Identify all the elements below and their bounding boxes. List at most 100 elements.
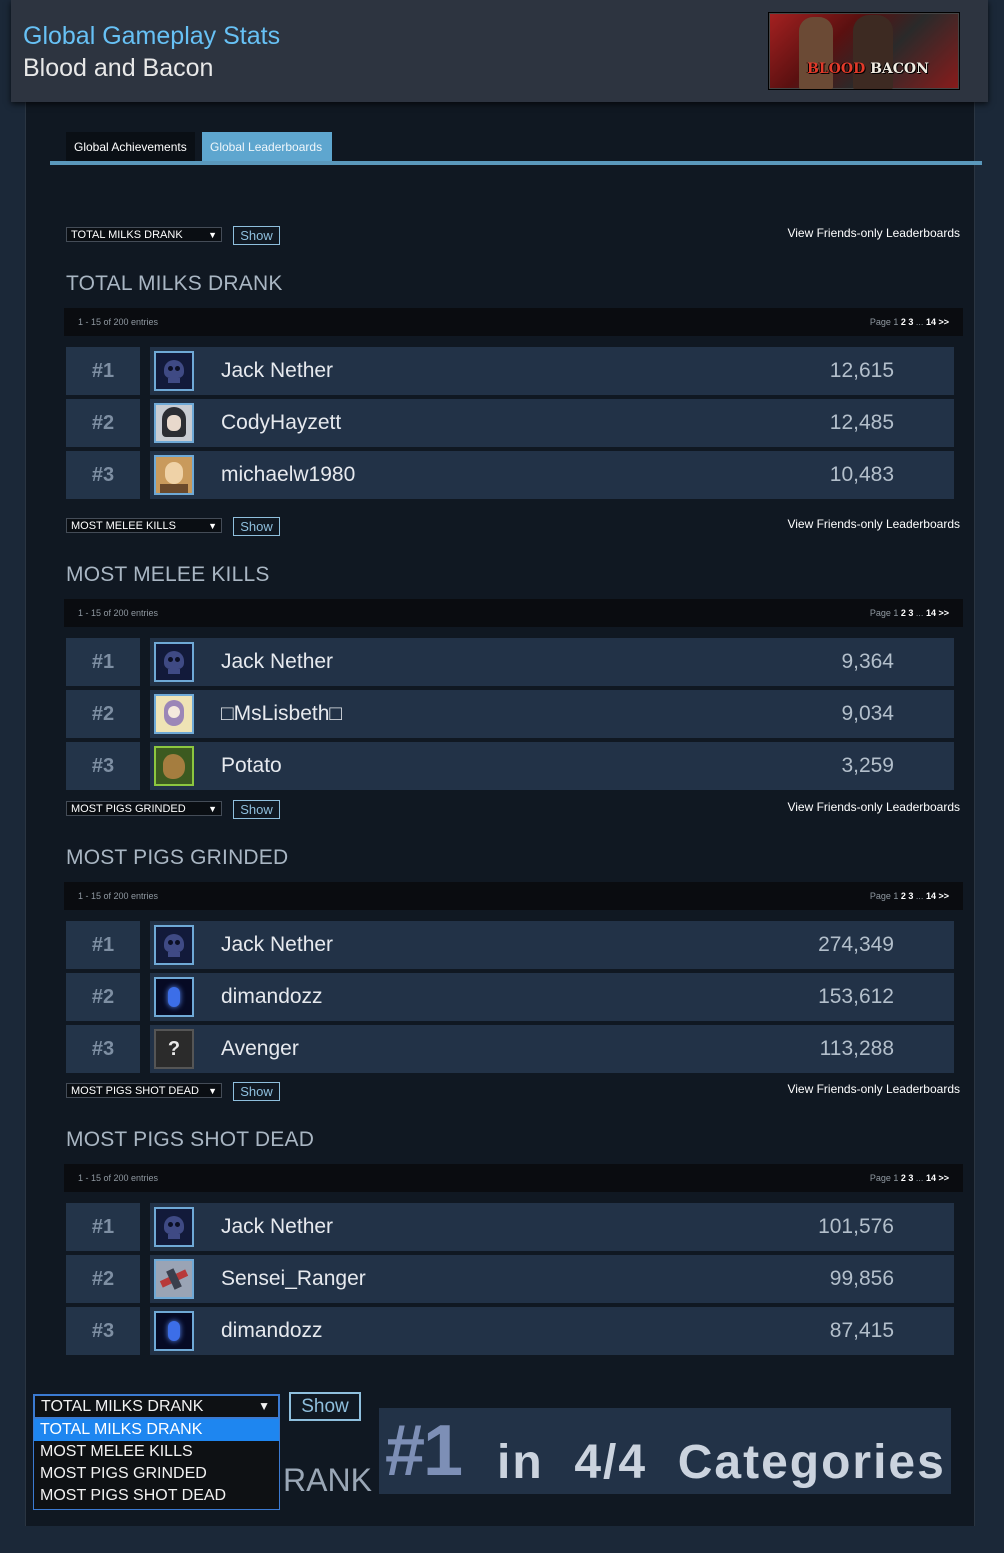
pager-last-link[interactable]: 14 — [926, 891, 936, 901]
pagination-bar: 1 - 15 of 200 entries Page 1 2 3 ... 14 >… — [64, 308, 963, 336]
rank-cell: #2 — [66, 690, 140, 738]
friends-leaderboards-link[interactable]: View Friends-only Leaderboards — [787, 800, 960, 814]
friends-leaderboards-link[interactable]: View Friends-only Leaderboards — [787, 226, 960, 240]
friends-leaderboards-link[interactable]: View Friends-only Leaderboards — [787, 1082, 960, 1096]
leaderboard-row[interactable]: #1 Jack Nether 12,615 — [66, 347, 954, 395]
friends-leaderboards-link[interactable]: View Friends-only Leaderboards — [787, 517, 960, 531]
row-body: Jack Nether 12,615 — [150, 347, 954, 395]
leaderboard-row[interactable]: #3 dimandozz 87,415 — [66, 1307, 954, 1355]
jet-avatar[interactable] — [154, 1259, 194, 1299]
question-mark-avatar[interactable]: ? — [154, 1029, 194, 1069]
player-name[interactable]: Potato — [221, 742, 282, 790]
tab-underline — [50, 161, 982, 165]
leaderboard-select[interactable]: TOTAL MILKS DRANK ▼ — [66, 227, 222, 242]
pager-current: Page 1 — [869, 317, 899, 327]
dropdown-arrow-icon: ▼ — [208, 230, 217, 240]
show-button[interactable]: Show — [233, 800, 280, 819]
pager-last-link[interactable]: 14 — [926, 608, 936, 618]
pager-last-link[interactable]: 14 — [926, 1173, 936, 1183]
page-title: Global Gameplay Stats — [23, 22, 281, 50]
pager-next-link[interactable]: >> — [938, 1173, 949, 1183]
row-body: CodyHayzett 12,485 — [150, 399, 954, 447]
player-name[interactable]: dimandozz — [221, 1307, 323, 1355]
player-name[interactable]: Jack Nether — [221, 347, 333, 395]
show-button[interactable]: Show — [233, 226, 280, 245]
dropdown-option[interactable]: MOST PIGS GRINDED — [34, 1463, 279, 1485]
dropdown-option[interactable]: TOTAL MILKS DRANK — [34, 1419, 279, 1441]
show-button[interactable]: Show — [233, 1082, 280, 1101]
pager-last-link[interactable]: 14 — [926, 317, 936, 327]
category-select-value: TOTAL MILKS DRANK — [41, 1398, 204, 1415]
player-name[interactable]: Jack Nether — [221, 921, 333, 969]
leaderboard-row[interactable]: #3 Potato 3,259 — [66, 742, 954, 790]
leaderboard-row[interactable]: #2 dimandozz 153,612 — [66, 973, 954, 1021]
player-name[interactable]: dimandozz — [221, 973, 323, 1021]
pager-next-link[interactable]: >> — [938, 317, 949, 327]
leaderboard-row[interactable]: #3 michaelw1980 10,483 — [66, 451, 954, 499]
row-body: ? Avenger 113,288 — [150, 1025, 954, 1073]
pager-next-link[interactable]: >> — [938, 608, 949, 618]
leaderboard-row[interactable]: #1 Jack Nether 101,576 — [66, 1203, 954, 1251]
pager-page-link[interactable]: 3 — [908, 608, 913, 618]
game-logo[interactable]: BLOOD BACON — [768, 12, 960, 90]
dropdown-option[interactable]: MOST MELEE KILLS — [34, 1441, 279, 1463]
potato-avatar[interactable] — [154, 746, 194, 786]
player-name[interactable]: michaelw1980 — [221, 451, 355, 499]
skull-avatar[interactable] — [154, 1207, 194, 1247]
player-score: 12,485 — [829, 411, 894, 434]
player-score: 101,576 — [818, 1215, 894, 1238]
player-name[interactable]: Jack Nether — [221, 1203, 333, 1251]
pager-page-link[interactable]: 2 — [901, 317, 906, 327]
player-name[interactable]: CodyHayzett — [221, 399, 341, 447]
player-score: 87,415 — [829, 1319, 894, 1342]
skull-avatar[interactable] — [154, 642, 194, 682]
leaderboard-select-value: MOST MELEE KILLS — [71, 520, 176, 532]
pager-page-link[interactable]: 3 — [908, 1173, 913, 1183]
pager: Page 1 2 3 ... 14 >> — [870, 882, 949, 910]
leaderboard-select[interactable]: MOST PIGS SHOT DEAD ▼ — [66, 1083, 222, 1098]
leaderboard-row[interactable]: #2 Sensei_Ranger 99,856 — [66, 1255, 954, 1303]
skull-avatar[interactable] — [154, 925, 194, 965]
blue-glow-avatar[interactable] — [154, 1311, 194, 1351]
dropdown-option[interactable]: MOST PIGS SHOT DEAD — [34, 1485, 279, 1507]
player-score: 274,349 — [818, 933, 894, 956]
leaderboard-row[interactable]: #2 □MsLisbeth□ 9,034 — [66, 690, 954, 738]
pager-page-link[interactable]: 2 — [901, 608, 906, 618]
player-name[interactable]: Jack Nether — [221, 638, 333, 686]
leaderboard-title: MOST MELEE KILLS — [66, 563, 270, 586]
player-name[interactable]: □MsLisbeth□ — [221, 690, 342, 738]
category-select[interactable]: TOTAL MILKS DRANK ▼ — [33, 1394, 280, 1419]
entries-count: 1 - 15 of 200 entries — [78, 317, 159, 327]
leaderboard-row[interactable]: #3? Avenger 113,288 — [66, 1025, 954, 1073]
pager-page-link[interactable]: 2 — [901, 1173, 906, 1183]
pager-page-link[interactable]: 3 — [908, 317, 913, 327]
blue-glow-avatar[interactable] — [154, 977, 194, 1017]
row-body: □MsLisbeth□ 9,034 — [150, 690, 954, 738]
dropdown-arrow-icon: ▼ — [208, 521, 217, 531]
leaderboard-row[interactable]: #1 Jack Nether 9,364 — [66, 638, 954, 686]
pager: Page 1 2 3 ... 14 >> — [870, 1164, 949, 1192]
show-button[interactable]: Show — [233, 517, 280, 536]
skull-avatar[interactable] — [154, 351, 194, 391]
rank-label: RANK — [283, 1462, 372, 1498]
tab-global-achievements[interactable]: Global Achievements — [66, 132, 195, 162]
tab-global-leaderboards[interactable]: Global Leaderboards — [202, 132, 332, 162]
anime-lisbeth-avatar[interactable] — [154, 694, 194, 734]
leaderboard-select[interactable]: MOST PIGS GRINDED ▼ — [66, 801, 222, 816]
player-name[interactable]: Avenger — [221, 1025, 299, 1073]
anime-girl-avatar[interactable] — [154, 403, 194, 443]
pager-page-link[interactable]: 2 — [901, 891, 906, 901]
player-score: 99,856 — [829, 1267, 894, 1290]
man-avatar[interactable] — [154, 455, 194, 495]
player-name[interactable]: Sensei_Ranger — [221, 1255, 366, 1303]
leaderboard-row[interactable]: #2 CodyHayzett 12,485 — [66, 399, 954, 447]
pager: Page 1 2 3 ... 14 >> — [870, 599, 949, 627]
pager-page-link[interactable]: 3 — [908, 891, 913, 901]
main-panel: Global Achievements Global Leaderboards … — [25, 102, 982, 1526]
pagination-bar: 1 - 15 of 200 entries Page 1 2 3 ... 14 >… — [64, 882, 963, 910]
leaderboard-row[interactable]: #1 Jack Nether 274,349 — [66, 921, 954, 969]
leaderboard-select[interactable]: MOST MELEE KILLS ▼ — [66, 518, 222, 533]
show-button[interactable]: Show — [289, 1392, 361, 1421]
leaderboard-title: MOST PIGS SHOT DEAD — [66, 1128, 315, 1151]
pager-next-link[interactable]: >> — [938, 891, 949, 901]
